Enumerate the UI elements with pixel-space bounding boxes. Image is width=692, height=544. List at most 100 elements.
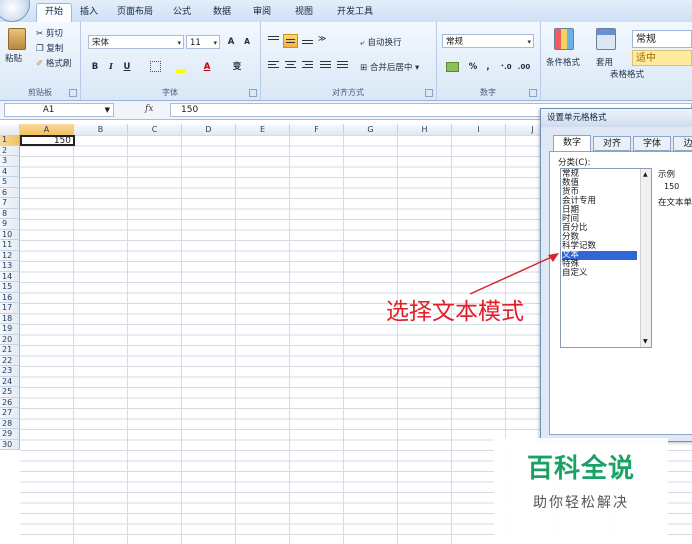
increase-decimal-button[interactable]: ⁺.0 <box>498 60 514 74</box>
category-scrollbar[interactable]: ▲ ▼ <box>640 169 651 347</box>
tab-home[interactable]: 开始 <box>36 3 72 22</box>
row-header[interactable]: 6 <box>0 187 20 198</box>
row-header[interactable]: 17 <box>0 303 20 314</box>
font-launcher[interactable] <box>249 89 257 97</box>
column-header[interactable]: I <box>452 124 506 135</box>
column-header[interactable]: E <box>236 124 290 135</box>
dialog-tab-font[interactable]: 字体 <box>633 136 671 151</box>
column-header[interactable]: H <box>398 124 452 135</box>
row-header[interactable]: 21 <box>0 345 20 356</box>
conditional-format-button[interactable]: 条件格式 <box>546 56 580 68</box>
column-header[interactable]: B <box>74 124 128 135</box>
category-list[interactable]: 常规 数值 货币 会计专用 日期 时间 百分比 分数 科学记数 文本 特殊 自定… <box>560 168 652 348</box>
align-center-button[interactable] <box>283 59 298 73</box>
column-header[interactable]: A <box>20 124 74 135</box>
accounting-button[interactable] <box>442 60 462 74</box>
shrink-font-button[interactable]: A <box>240 35 254 49</box>
row-header[interactable]: 15 <box>0 282 20 293</box>
row-header[interactable]: 10 <box>0 229 20 240</box>
select-all-corner[interactable] <box>0 124 20 135</box>
row-header[interactable]: 5 <box>0 177 20 188</box>
row-header[interactable]: 30 <box>0 439 20 450</box>
align-right-button[interactable] <box>300 59 315 73</box>
row-header[interactable]: 27 <box>0 408 20 419</box>
row-header[interactable]: 12 <box>0 250 20 261</box>
copy-button[interactable]: ❐ 复制 <box>36 42 63 54</box>
tab-insert[interactable]: 插入 <box>76 4 102 22</box>
office-button[interactable] <box>0 0 30 22</box>
column-header[interactable]: C <box>128 124 182 135</box>
decrease-decimal-button[interactable]: .00 <box>516 60 532 74</box>
row-header[interactable]: 24 <box>0 376 20 387</box>
column-header[interactable]: G <box>344 124 398 135</box>
insert-function-icon[interactable]: fx <box>145 104 153 114</box>
merge-center-button[interactable]: ⊞ 合并后居中 ▾ <box>360 61 419 73</box>
row-header[interactable]: 25 <box>0 387 20 398</box>
row-header[interactable]: 1 <box>0 135 20 146</box>
row-header[interactable]: 28 <box>0 418 20 429</box>
row-header[interactable]: 26 <box>0 397 20 408</box>
row-header[interactable]: 11 <box>0 240 20 251</box>
dialog-tab-number[interactable]: 数字 <box>553 135 591 152</box>
format-painter-button[interactable]: ✐ 格式刷 <box>36 57 71 69</box>
phonetic-button[interactable]: 变 <box>226 60 248 74</box>
row-header[interactable]: 19 <box>0 324 20 335</box>
italic-button[interactable]: I <box>104 60 118 74</box>
font-size-combo[interactable]: 11 ▾ <box>186 35 220 49</box>
row-header[interactable]: 14 <box>0 271 20 282</box>
comma-button[interactable]: , <box>482 60 494 74</box>
category-item[interactable]: 自定义 <box>562 269 637 278</box>
row-header[interactable]: 7 <box>0 198 20 209</box>
dialog-tab-alignment[interactable]: 对齐 <box>593 136 631 151</box>
dialog-tab-border[interactable]: 边 <box>673 136 692 151</box>
row-header[interactable]: 3 <box>0 156 20 167</box>
paste-button[interactable]: 粘贴 <box>5 52 22 64</box>
tab-developer[interactable]: 开发工具 <box>330 4 380 22</box>
fill-color-button[interactable] <box>170 60 192 74</box>
tab-data[interactable]: 数据 <box>208 4 236 22</box>
row-header[interactable]: 23 <box>0 366 20 377</box>
number-format-combo[interactable]: 常规 ▾ <box>442 34 534 48</box>
style-normal[interactable]: 常规 <box>632 30 692 48</box>
align-left-button[interactable] <box>266 59 281 73</box>
row-header[interactable]: 18 <box>0 313 20 324</box>
row-header[interactable]: 4 <box>0 166 20 177</box>
row-header[interactable]: 16 <box>0 292 20 303</box>
row-header[interactable]: 20 <box>0 334 20 345</box>
align-top-button[interactable] <box>266 34 281 48</box>
row-header[interactable]: 22 <box>0 355 20 366</box>
tab-review[interactable]: 审阅 <box>248 4 276 22</box>
cut-button[interactable]: ✂ 剪切 <box>36 27 63 39</box>
column-header[interactable]: D <box>182 124 236 135</box>
border-button[interactable] <box>144 60 166 74</box>
grow-font-button[interactable]: A <box>224 35 238 49</box>
row-header[interactable]: 9 <box>0 219 20 230</box>
underline-button[interactable]: U <box>120 60 134 74</box>
scroll-down-icon[interactable]: ▼ <box>643 338 648 345</box>
row-header[interactable]: 29 <box>0 429 20 440</box>
cell-a1[interactable]: 150 <box>20 135 75 146</box>
name-box[interactable]: A1 ▼ <box>4 103 114 117</box>
row-header[interactable]: 2 <box>0 145 20 156</box>
orientation-button[interactable]: ≫ <box>318 34 333 48</box>
scroll-up-icon[interactable]: ▲ <box>643 171 648 178</box>
tab-formulas[interactable]: 公式 <box>168 4 196 22</box>
decrease-indent-button[interactable] <box>318 59 333 73</box>
percent-button[interactable]: % <box>466 60 480 74</box>
clipboard-launcher[interactable] <box>69 89 77 97</box>
align-bottom-button[interactable] <box>300 34 315 48</box>
column-header[interactable]: F <box>290 124 344 135</box>
number-launcher[interactable] <box>529 89 537 97</box>
row-header[interactable]: 13 <box>0 261 20 272</box>
align-middle-button[interactable] <box>283 34 298 48</box>
tab-page-layout[interactable]: 页面布局 <box>112 4 158 22</box>
wrap-text-button[interactable]: ⤶ 自动换行 <box>360 36 401 48</box>
format-as-table-button[interactable]: 套用 <box>596 56 613 68</box>
alignment-launcher[interactable] <box>425 89 433 97</box>
font-name-combo[interactable]: 宋体 ▾ <box>88 35 184 49</box>
increase-indent-button[interactable] <box>335 59 350 73</box>
style-neutral[interactable]: 适中 <box>632 50 692 66</box>
font-color-button[interactable]: A <box>196 60 218 74</box>
tab-view[interactable]: 视图 <box>290 4 318 22</box>
row-header[interactable]: 8 <box>0 208 20 219</box>
